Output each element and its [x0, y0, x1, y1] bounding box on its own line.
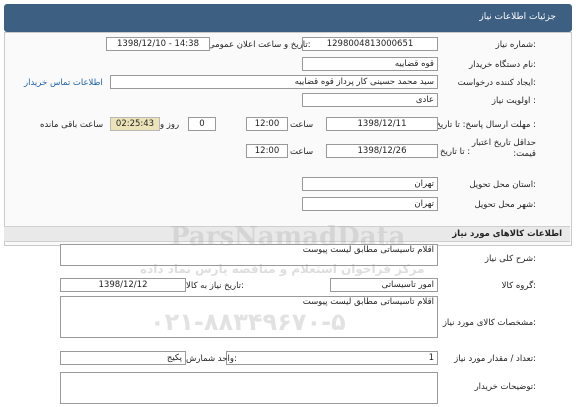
goods-section-title: اطلاعات کالاهای مورد نیاز — [452, 229, 562, 239]
priority-label: اولویت نیاز : — [491, 96, 536, 106]
need-number-field: 1298004813000651 — [302, 37, 438, 51]
goods-spec-label: مشخصات کالای مورد نیاز: — [442, 318, 536, 328]
unit-label: واحد شمارش: — [186, 354, 237, 364]
goods-group-field: امور تاسیساتی — [330, 278, 438, 292]
goods-spec-field: اقلام تاسیساتی مطابق لیست پیوست — [60, 296, 438, 338]
page-title: جزئیات اطلاعات نیاز — [479, 12, 556, 22]
province-field: تهران — [302, 177, 438, 191]
need-date-field: 1398/12/12 — [60, 278, 186, 292]
province-label: استان محل تحویل: — [469, 180, 536, 190]
creator-field: سید محمد حسینی کار پرداز قوه قضاییه — [110, 75, 438, 89]
buyer-notes-label: توضیحات خریدار: — [474, 382, 536, 392]
goods-section-header: اطلاعات کالاهای مورد نیاز — [4, 226, 570, 242]
reply-date-field: 1398/12/11 — [326, 117, 438, 131]
days-label: روز و — [160, 120, 180, 130]
buyer-contact-link[interactable]: اطلاعات تماس خریدار — [24, 78, 103, 88]
city-field: تهران — [302, 197, 438, 211]
city-label: شهر محل تحویل: — [474, 200, 536, 210]
remaining-timer: 02:25:43 — [110, 117, 160, 131]
quantity-field: 1 — [226, 351, 438, 365]
reply-time-label: ساعت — [290, 120, 314, 130]
unit-field: پکیج — [60, 351, 186, 365]
need-date-label: تاریخ نیاز به کالا: — [186, 281, 244, 291]
announce-label: تاریخ و ساعت اعلان عمومی: — [208, 40, 311, 50]
page-header: جزئیات اطلاعات نیاز — [4, 4, 572, 32]
general-desc-label: شرح کلی نیاز: — [484, 254, 536, 264]
announce-field: 1398/12/10 - 14:38 — [106, 37, 210, 51]
general-desc-field: اقلام تاسیساتی مطابق لیست پیوست — [60, 244, 438, 266]
buyer-org-label: نام دستگاه خریدار: — [469, 60, 536, 70]
goods-group-label: گروه کالا: — [501, 281, 536, 291]
buyer-notes-field — [60, 372, 438, 404]
remaining-label: ساعت باقی مانده — [40, 120, 104, 130]
price-validity-label: حداقل تاریخ اعتبار قیمت: — [471, 138, 536, 159]
price-validity-time-label: ساعت — [290, 147, 314, 157]
days-remaining-field: 0 — [188, 117, 216, 131]
priority-field: عادی — [302, 93, 438, 107]
price-validity-date-field: 1398/12/26 — [326, 144, 438, 158]
creator-label: ایجاد کننده درخواست: — [457, 78, 536, 88]
price-validity-date-label: تا تاریخ : — [440, 147, 471, 157]
need-number-label: شماره نیاز: — [495, 40, 536, 50]
buyer-org-field: قوه قضاییه — [302, 57, 438, 71]
reply-time-field: 12:00 — [246, 117, 288, 131]
reply-deadline-label: مهلت ارسال پاسخ: تا تاریخ : — [435, 120, 536, 130]
price-validity-time-field: 12:00 — [246, 144, 288, 158]
quantity-label: تعداد / مقدار مورد نیاز: — [454, 354, 536, 364]
